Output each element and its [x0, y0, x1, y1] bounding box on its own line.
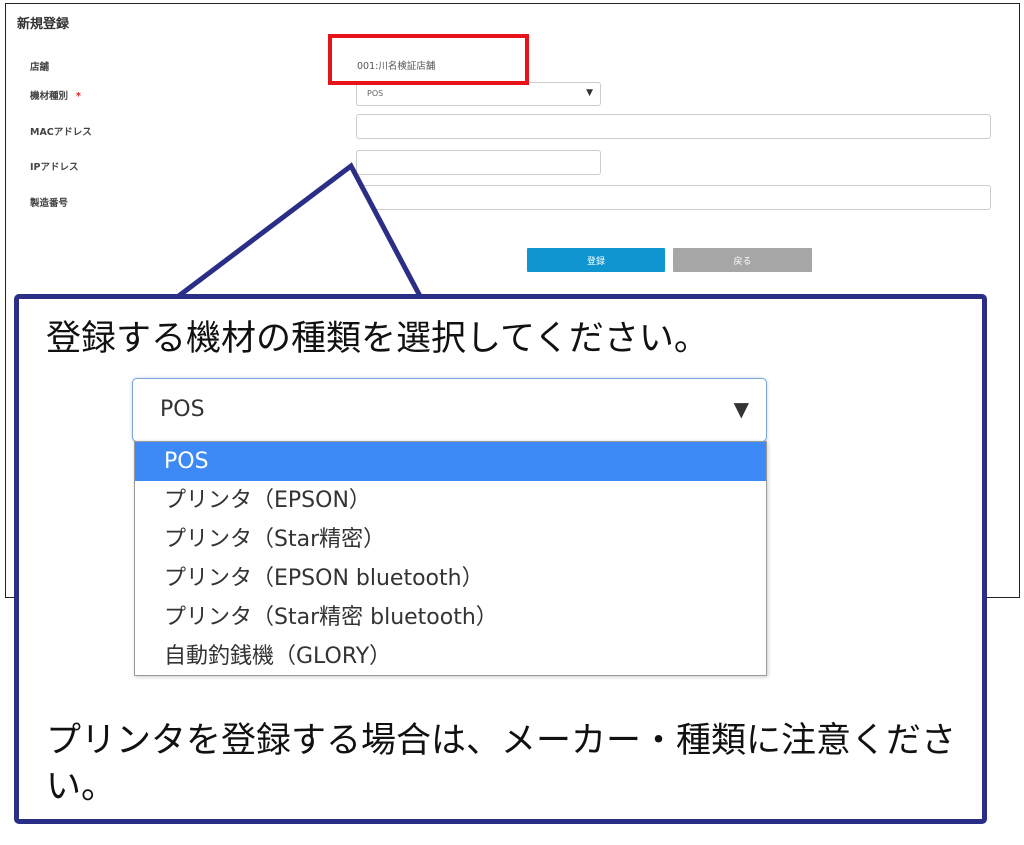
equipment-type-select-zoomed[interactable]: POS ▼: [132, 378, 767, 442]
option-pos[interactable]: POS: [135, 442, 766, 481]
option-printer-epson[interactable]: プリンタ（EPSON）: [135, 481, 766, 520]
callout-pointer-triangle: [168, 162, 426, 301]
option-printer-star[interactable]: プリンタ（Star精密）: [135, 520, 766, 559]
zoomed-select-value: POS: [160, 397, 205, 422]
callout-instruction-bottom: プリンタを登録する場合は、メーカー・種類に注意ください。: [46, 721, 957, 807]
option-auto-change-machine-glory[interactable]: 自動釣銭機（GLORY）: [135, 637, 766, 676]
option-printer-epson-bluetooth[interactable]: プリンタ（EPSON bluetooth）: [135, 559, 766, 598]
option-printer-star-bluetooth[interactable]: プリンタ（Star精密 bluetooth）: [135, 598, 766, 637]
callout-pointer-joint: [180, 299, 418, 307]
chevron-down-icon: ▼: [733, 397, 749, 421]
equipment-type-options-list: POS プリンタ（EPSON） プリンタ（Star精密） プリンタ（EPSON …: [134, 441, 767, 676]
callout-instruction-top: 登録する機材の種類を選択してください。: [46, 319, 709, 359]
